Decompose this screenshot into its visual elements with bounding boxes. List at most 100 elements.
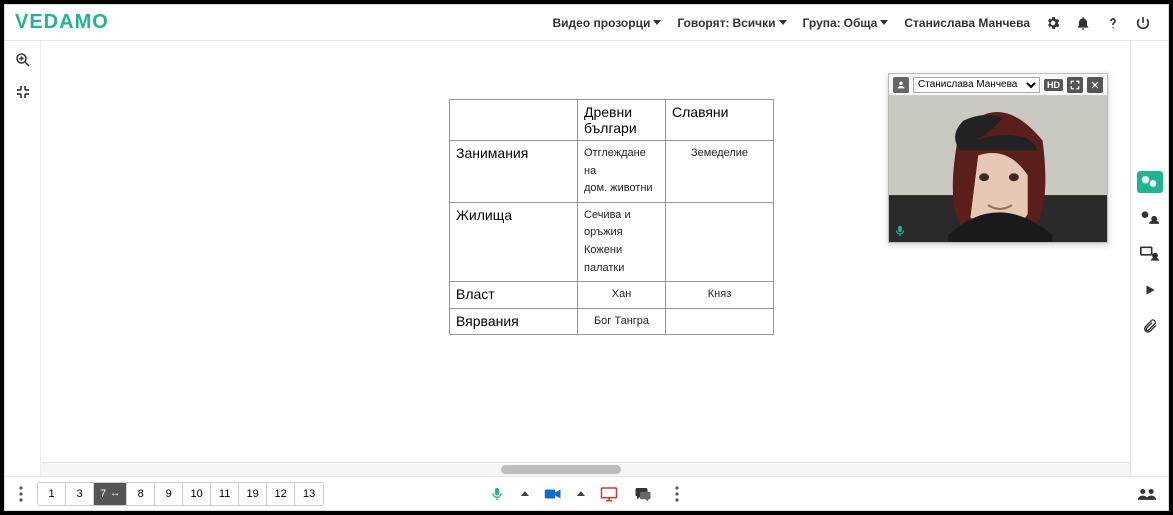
page-button-9[interactable]: 9 xyxy=(155,483,183,505)
camera-person-icon xyxy=(1141,175,1159,189)
content-table-wrapper: Древни българи Славяни Занимания Отглежд… xyxy=(449,99,774,335)
page-button-3[interactable]: 3 xyxy=(66,483,94,505)
page-button-11[interactable]: 11 xyxy=(211,483,239,505)
power-button[interactable] xyxy=(1134,14,1152,32)
chat-button[interactable] xyxy=(633,484,653,504)
user-name-label: Станислава Манчева xyxy=(904,16,1030,30)
main-area: Древни българи Славяни Занимания Отглежд… xyxy=(5,41,1168,476)
more-button[interactable] xyxy=(667,484,687,504)
question-icon xyxy=(1105,15,1121,31)
help-button[interactable] xyxy=(1104,14,1122,32)
paperclip-icon xyxy=(1142,318,1158,334)
notifications-button[interactable] xyxy=(1074,14,1092,32)
group-label: Група: xyxy=(803,16,841,30)
expand-icon xyxy=(1070,80,1080,90)
right-tool-rail xyxy=(1130,41,1168,476)
row-label: Занимания xyxy=(450,141,578,203)
microphone-button[interactable] xyxy=(487,484,507,504)
video-feed xyxy=(889,96,1107,242)
close-video-button[interactable] xyxy=(1087,77,1103,93)
page-button-12[interactable]: 12 xyxy=(267,483,295,505)
minimize-icon xyxy=(15,84,31,100)
screen-share-button[interactable] xyxy=(599,484,619,504)
screen-icon xyxy=(600,486,618,502)
col-header-2: Славяни xyxy=(666,100,774,141)
page-button-19[interactable]: 19 xyxy=(239,483,267,505)
cell-text: Княз xyxy=(666,282,774,309)
settings-button[interactable] xyxy=(1044,14,1062,32)
cell-text: Бог Тангра xyxy=(578,308,666,335)
camera-panel-button[interactable] xyxy=(1137,171,1163,193)
video-panel-header: Станислава Манчева HD xyxy=(889,74,1107,96)
table-row: Вярвания Бог Тангра xyxy=(450,308,774,335)
row-label: Власт xyxy=(450,282,578,309)
page-button-7[interactable]: 7↔ xyxy=(94,483,127,505)
people-icon xyxy=(1140,210,1160,226)
chat-icon xyxy=(634,486,652,502)
play-button[interactable] xyxy=(1137,279,1163,301)
page-button-10[interactable]: 10 xyxy=(183,483,211,505)
chevron-down-icon xyxy=(880,20,888,25)
chevron-down-icon xyxy=(653,20,661,25)
table-row: Власт Хан Княз xyxy=(450,282,774,309)
group-icon xyxy=(1137,486,1157,502)
video-windows-menu[interactable]: Видео прозорци xyxy=(553,16,662,30)
camera-options-icon[interactable] xyxy=(577,491,585,496)
kebab-icon xyxy=(19,486,23,502)
power-icon xyxy=(1135,15,1151,31)
screen-share-panel-button[interactable] xyxy=(1137,243,1163,265)
person-icon xyxy=(893,77,909,93)
zoom-in-icon xyxy=(14,51,32,69)
bell-icon xyxy=(1075,15,1091,31)
speaking-value: Всички xyxy=(732,16,775,30)
table-row: Жилища Сечива и оръжия Кожени палатки xyxy=(450,202,774,281)
group-menu[interactable]: Група: Обща xyxy=(803,16,889,30)
participant-select[interactable]: Станислава Манчева xyxy=(913,77,1040,93)
cell-text: Отглеждане на xyxy=(584,145,659,180)
breakout-rooms-button[interactable] xyxy=(1136,483,1158,505)
fullscreen-button[interactable] xyxy=(1067,77,1083,93)
table-row: Древни българи Славяни xyxy=(450,100,774,141)
speaking-label: Говорят: xyxy=(677,16,729,30)
page-navigator: 137↔891011191213 xyxy=(37,482,324,506)
hd-badge: HD xyxy=(1044,79,1063,91)
fit-screen-button[interactable] xyxy=(12,81,34,103)
gear-icon xyxy=(1045,15,1061,31)
pages-menu-button[interactable] xyxy=(11,484,31,504)
page-button-13[interactable]: 13 xyxy=(295,483,323,505)
close-icon xyxy=(1090,80,1100,90)
brand-logo: VEDAMO xyxy=(15,11,109,34)
speaking-menu[interactable]: Говорят: Всички xyxy=(677,16,786,30)
participants-button[interactable] xyxy=(1137,207,1163,229)
cell-text xyxy=(666,202,774,281)
screen-person-icon xyxy=(1140,246,1160,262)
video-windows-label: Видео прозорци xyxy=(553,16,651,30)
cell-text: Кожени палатки xyxy=(584,242,659,277)
camera-button[interactable] xyxy=(543,484,563,504)
zoom-in-button[interactable] xyxy=(12,49,34,71)
play-icon xyxy=(1143,283,1157,297)
col-header-1: Древни българи xyxy=(578,100,666,141)
row-label: Вярвания xyxy=(450,308,578,335)
kebab-icon xyxy=(675,486,679,502)
chevron-down-icon xyxy=(779,20,787,25)
mic-options-icon[interactable] xyxy=(521,491,529,496)
mic-active-icon xyxy=(893,224,907,238)
cell-text: Земеделие xyxy=(666,141,774,203)
page-button-1[interactable]: 1 xyxy=(38,483,66,505)
cell-text: дом. животни xyxy=(584,180,659,198)
cell-text: Хан xyxy=(578,282,666,309)
left-tool-rail xyxy=(5,41,41,476)
app-header: VEDAMO Видео прозорци Говорят: Всички Гр… xyxy=(5,5,1168,41)
footer-bar: 137↔891011191213 xyxy=(5,476,1168,510)
video-panel[interactable]: Станислава Манчева HD xyxy=(888,73,1108,243)
cell-text: Сечива и оръжия xyxy=(584,207,659,242)
microphone-icon xyxy=(489,486,505,502)
page-button-8[interactable]: 8 xyxy=(127,483,155,505)
scrollbar-thumb[interactable] xyxy=(501,465,621,474)
attachment-button[interactable] xyxy=(1137,315,1163,337)
horizontal-scrollbar[interactable] xyxy=(41,462,1130,476)
content-table: Древни българи Славяни Занимания Отглежд… xyxy=(449,99,774,335)
whiteboard-canvas[interactable]: Древни българи Славяни Занимания Отглежд… xyxy=(41,41,1130,476)
footer-center-controls xyxy=(487,484,687,504)
